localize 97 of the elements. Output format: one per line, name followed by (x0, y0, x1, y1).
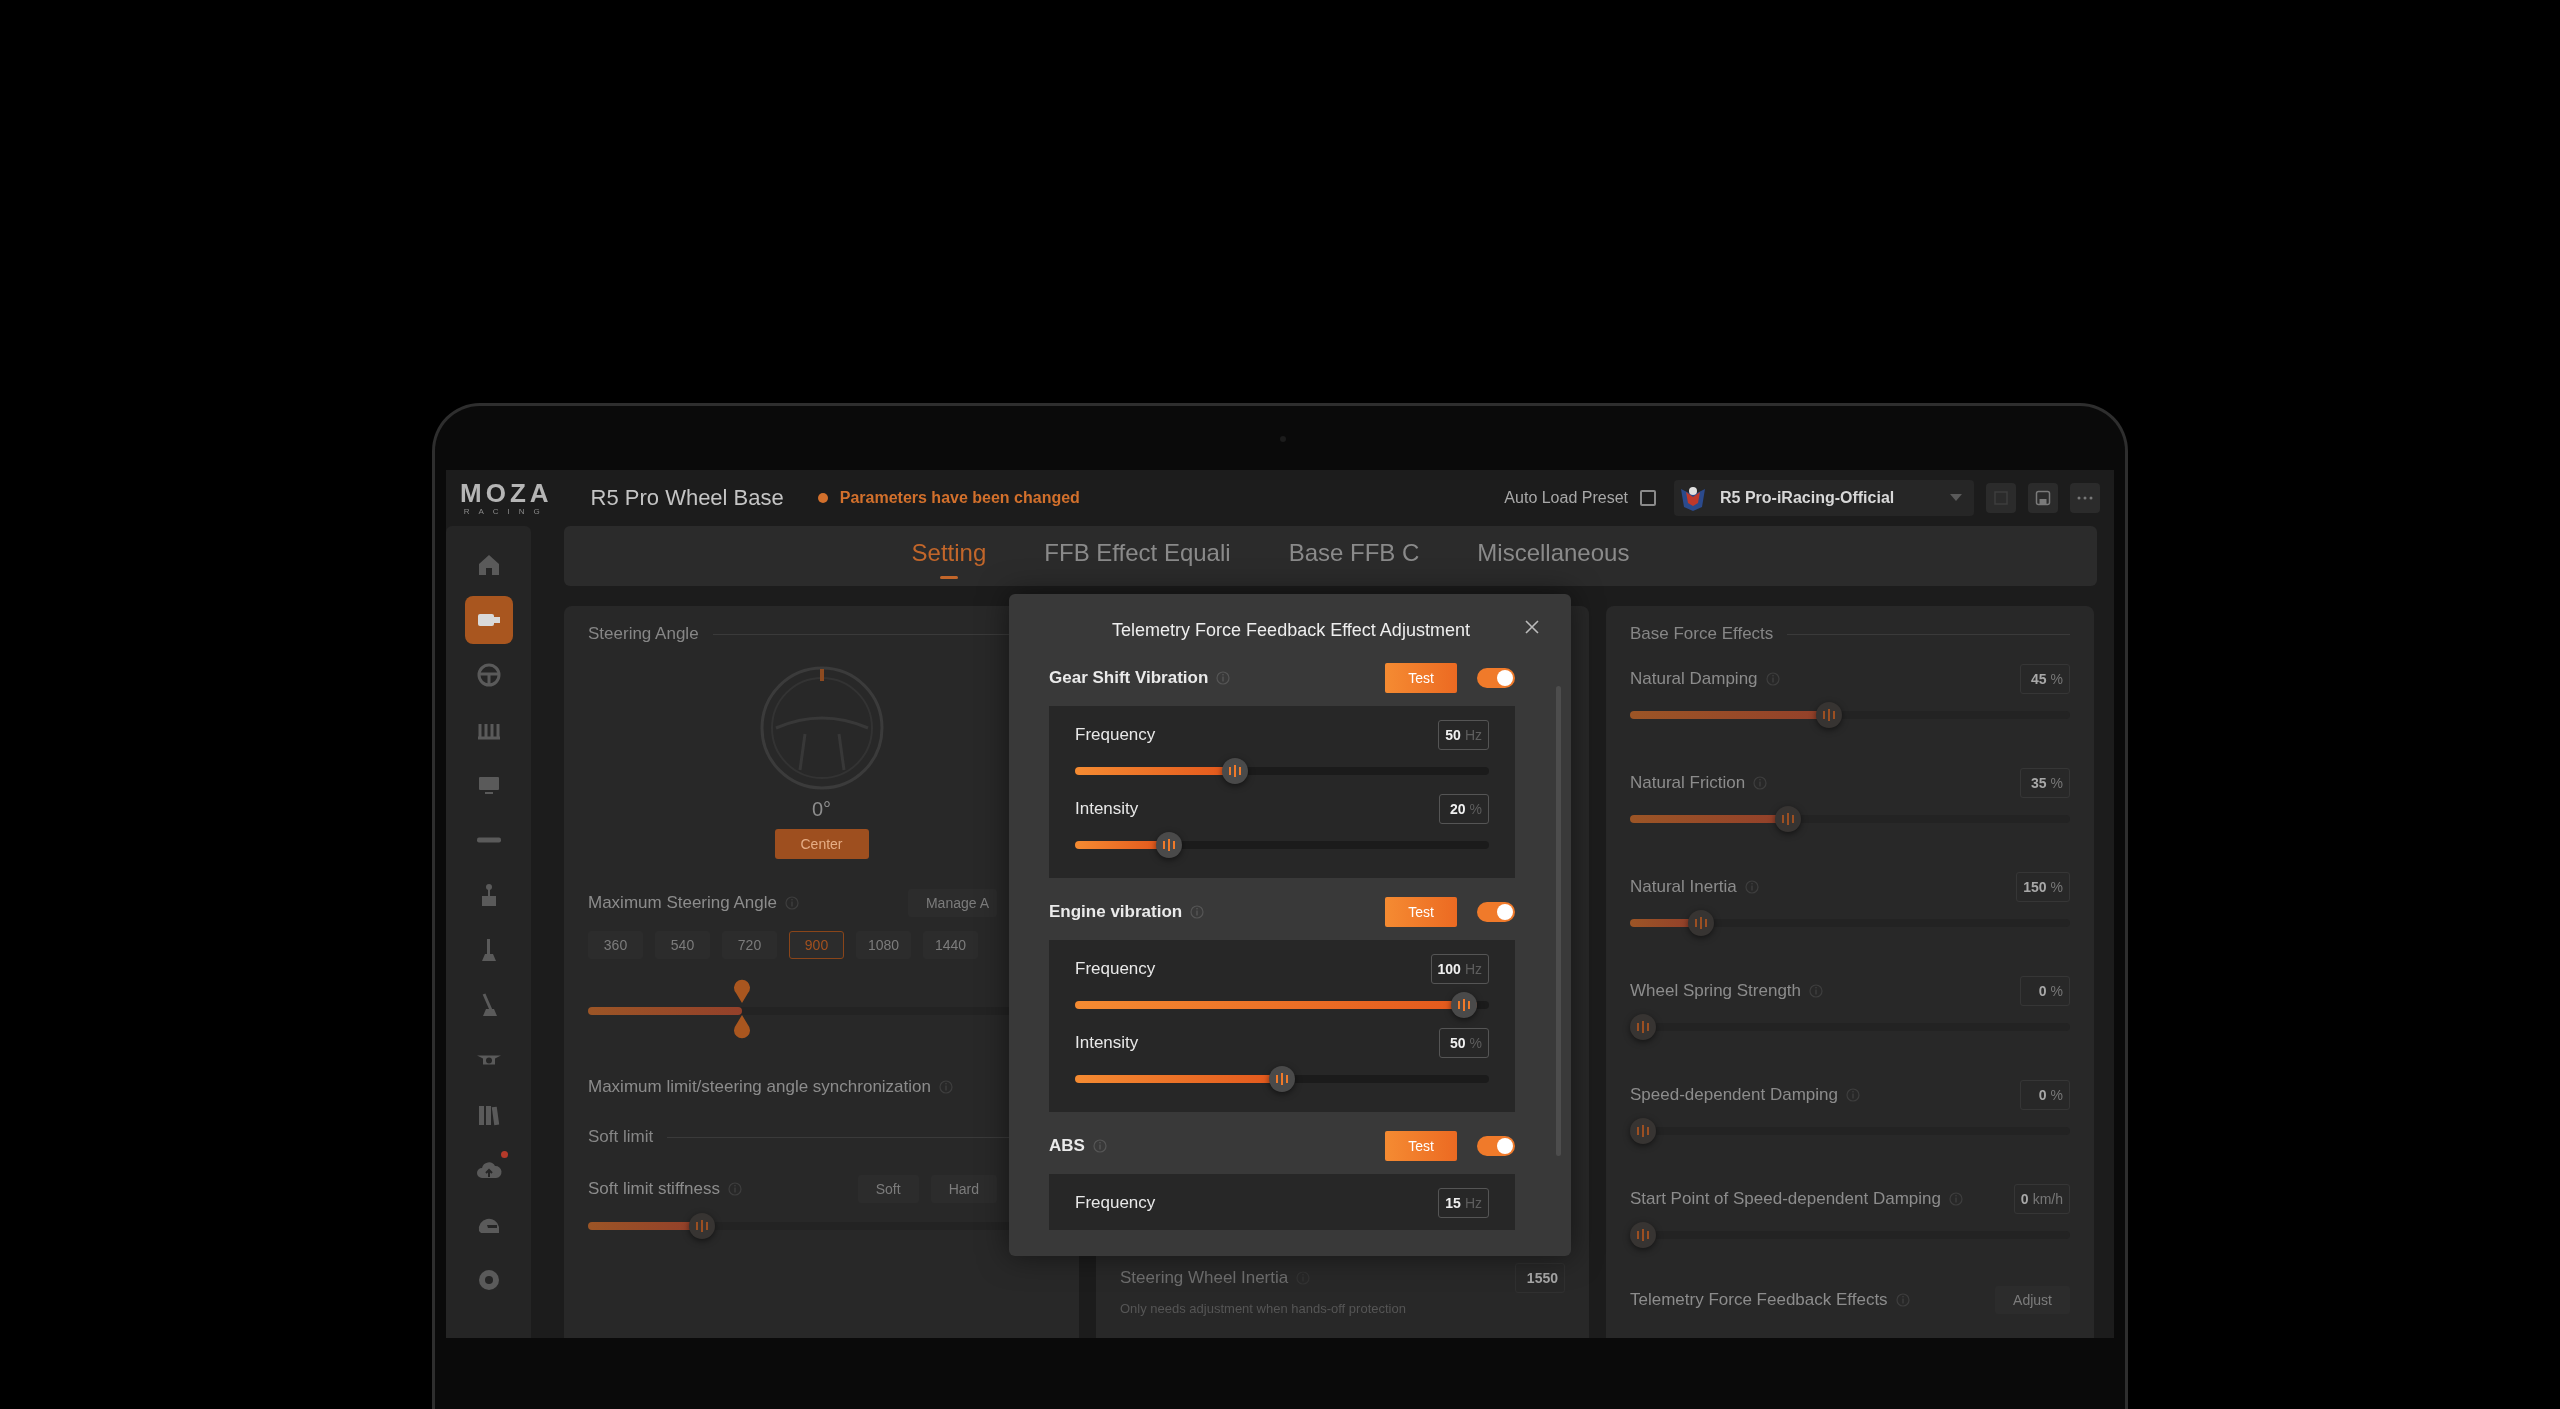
caret-icon (1950, 494, 1962, 502)
slider-thumb[interactable] (1774, 806, 1801, 832)
parameter-label: Frequency (1075, 959, 1156, 979)
setting-label: Maximum limit/steering angle synchronization (588, 1077, 931, 1097)
angle-option[interactable]: 540 (655, 931, 710, 959)
tab[interactable]: Miscellaneous (1477, 533, 1630, 579)
device-name: R5 Pro Wheel Base (590, 485, 784, 511)
stiffness-option[interactable]: Soft (857, 1175, 919, 1203)
info-icon (1092, 1139, 1107, 1153)
more-icon (2077, 496, 2093, 500)
value-field[interactable]: 0 km/h (2013, 1184, 2070, 1214)
effect-toggle[interactable] (1477, 668, 1515, 688)
effect-toggle[interactable] (1477, 1136, 1515, 1156)
setting-label: Wheel Spring Strength (1630, 981, 1802, 1001)
test-button[interactable]: Test (1385, 1131, 1457, 1161)
manage-button[interactable]: Manage A (907, 889, 997, 917)
auto-load-checkbox[interactable] (1640, 490, 1656, 506)
value-field[interactable]: 35 % (2020, 768, 2070, 798)
preset-dropdown[interactable]: R5 Pro-iRacing-Official (1674, 480, 1974, 516)
tab[interactable]: Setting (911, 533, 987, 579)
setting-label: Soft limit stiffness (588, 1179, 720, 1199)
test-button[interactable]: Test (1385, 897, 1457, 927)
effect-name: ABS (1049, 1136, 1085, 1156)
setting-label: Start Point of Speed-dependent Damping (1630, 1189, 1941, 1209)
dialog-title: Telemetry Force Feedback Effect Adjustment (1112, 619, 1470, 641)
value-field[interactable]: 0 % (2020, 976, 2070, 1006)
value-field[interactable]: 1550 (1515, 1263, 1565, 1293)
slider[interactable] (1075, 1066, 1489, 1092)
effect-name: Gear Shift Vibration (1049, 668, 1209, 688)
save-button[interactable] (2028, 483, 2058, 513)
value-field[interactable]: 20 % (1439, 794, 1489, 824)
slider[interactable] (1630, 910, 2070, 936)
setting-label: Natural Damping (1630, 669, 1758, 689)
angle-option[interactable]: 360 (588, 931, 643, 959)
auto-load-label: Auto Load Preset (1504, 489, 1628, 507)
status-message: Parameters have been changed (839, 489, 1080, 507)
value-field[interactable]: 50 % (1439, 1028, 1489, 1058)
setting-label: Natural Friction (1630, 773, 1746, 793)
value-field[interactable]: 45 % (2020, 664, 2070, 694)
setting-label: Natural Inertia (1630, 877, 1737, 897)
slider[interactable] (1075, 832, 1489, 858)
setting-label: Steering Wheel Inertia (1120, 1268, 1289, 1288)
parameter-label: Intensity (1075, 799, 1139, 819)
slider-pin-icon[interactable] (733, 1015, 752, 1039)
slider-thumb[interactable] (689, 1213, 716, 1239)
slider-thumb[interactable] (1630, 1118, 1656, 1144)
parameter-label: Frequency (1075, 1193, 1156, 1213)
tab[interactable]: Base FFB C (1288, 533, 1420, 579)
slider[interactable] (1630, 1014, 2070, 1040)
info-icon (1216, 671, 1231, 685)
parameter-label: Frequency (1075, 725, 1156, 745)
slider[interactable] (1630, 806, 2070, 832)
more-button[interactable] (2070, 483, 2100, 513)
setting-label: Maximum Steering Angle (588, 893, 777, 913)
angle-option[interactable]: 1080 (856, 931, 911, 959)
slider-thumb[interactable] (1816, 702, 1843, 728)
test-button[interactable]: Test (1385, 663, 1457, 693)
slider[interactable] (1630, 1118, 2070, 1144)
section-title: Steering Angle (588, 624, 699, 644)
button-bar-icon (474, 837, 503, 843)
close-icon (1525, 620, 1539, 634)
logo: MOZA RACING (460, 480, 553, 516)
angle-option[interactable]: 900 (789, 931, 844, 959)
slider-thumb[interactable] (1687, 910, 1714, 936)
slider[interactable] (1630, 1222, 2070, 1248)
status-dot (817, 493, 828, 503)
parameter-label: Intensity (1075, 1033, 1139, 1053)
angle-option[interactable]: 1440 (923, 931, 978, 959)
sidebar-item[interactable] (464, 596, 513, 644)
angle-readout: 0° (811, 798, 832, 821)
slider[interactable] (1075, 758, 1489, 784)
setting-label: Telemetry Force Feedback Effects (1630, 1290, 1888, 1310)
slider-thumb[interactable] (1630, 1014, 1656, 1040)
adjust-button[interactable]: Adjust (1995, 1286, 2070, 1314)
slider[interactable] (1075, 992, 1489, 1018)
section-title: Base Force Effects (1630, 624, 1774, 644)
slider-thumb[interactable] (1630, 1222, 1656, 1248)
notification-dot (500, 1151, 508, 1158)
close-button[interactable] (1523, 618, 1541, 636)
center-button[interactable]: Center (774, 829, 869, 859)
slider-thumb[interactable] (1269, 1066, 1295, 1092)
angle-option[interactable]: 720 (722, 931, 777, 959)
section-title: Soft limit (588, 1127, 654, 1147)
info-icon (1190, 905, 1205, 919)
value-field[interactable]: 150 % (2016, 872, 2070, 902)
slider-thumb[interactable] (1156, 832, 1183, 858)
slider-thumb[interactable] (1222, 758, 1249, 784)
effect-name: Engine vibration (1049, 902, 1183, 922)
setting-label: Speed-dependent Damping (1630, 1085, 1838, 1105)
slider-thumb[interactable] (1451, 992, 1478, 1018)
save-icon (2035, 490, 2051, 506)
slider[interactable] (1630, 702, 2070, 728)
stiffness-option[interactable]: Hard (930, 1175, 997, 1203)
effect-toggle[interactable] (1477, 902, 1515, 922)
tab[interactable]: FFB Effect Equali (1044, 533, 1231, 579)
slider-pin-icon[interactable] (733, 979, 752, 1003)
value-field[interactable]: 0 % (2020, 1080, 2070, 1110)
